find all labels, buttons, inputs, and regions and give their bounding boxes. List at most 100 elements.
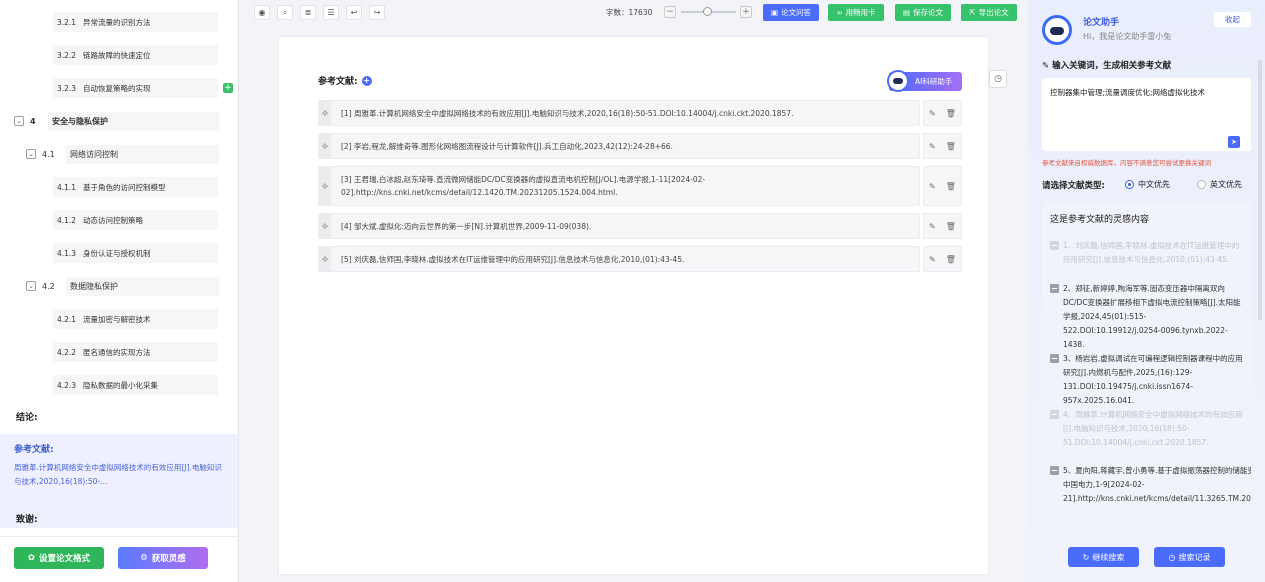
radio-on-icon xyxy=(1125,180,1134,189)
zoom-out-button[interactable]: − xyxy=(664,6,676,18)
toc-text: 身份认证与授权机制 xyxy=(83,248,151,258)
edit-icon[interactable]: ✎ xyxy=(929,182,936,191)
toc-number: 3.2.1 xyxy=(57,17,77,27)
checkbox-icon[interactable] xyxy=(1050,241,1059,250)
edit-icon[interactable]: ✎ xyxy=(929,222,936,231)
reference-row[interactable]: ✥ [4] 邹大斌.虚拟化:迈向云世界的第一步[N].计算机世界,2009-11-… xyxy=(318,213,920,239)
save-paper-button[interactable]: ▤ 保存论文 xyxy=(895,4,951,21)
toc-text: 匿名通信的实现方法 xyxy=(83,347,151,357)
toc-number: 4.1.2 xyxy=(57,215,77,225)
toc-item[interactable]: 3.2.1 异常流量的识别方法 xyxy=(53,12,218,32)
toc-item[interactable]: 4.2.1 流量加密与解密技术 xyxy=(53,309,218,329)
set-format-button[interactable]: ✿ 设置论文格式 xyxy=(14,547,104,569)
radio-off-icon xyxy=(1197,180,1206,189)
reference-row[interactable]: ✥ [1] 周雅革.计算机网络安全中虚拟网络技术的有效应用[J].电脑知识与技术,… xyxy=(318,100,920,126)
trash-icon[interactable]: 🗑︎ xyxy=(946,109,956,118)
toc-item[interactable]: ⌄ 4.1 网络访问控制 xyxy=(26,144,219,164)
toc-number: 4.1.1 xyxy=(57,182,77,192)
reference-actions: ✎ 🗑︎ xyxy=(923,133,962,159)
drag-handle-icon[interactable]: ✥ xyxy=(319,247,331,271)
inspiration-text: 3、杨岩岩.虚拟调试在可编程逻辑控制器课程中的应用研究[J].内燃机与配件,20… xyxy=(1063,354,1243,405)
toc-item[interactable]: 4.2.2 匿名通信的实现方法 xyxy=(53,342,218,362)
trash-icon[interactable]: 🗑︎ xyxy=(946,182,956,191)
trash-icon[interactable]: 🗑︎ xyxy=(946,222,956,231)
toc-number: 4.2.3 xyxy=(57,380,77,390)
panel-scrollbar[interactable] xyxy=(1258,60,1262,320)
chevron-down-icon[interactable]: ⌄ xyxy=(14,116,24,126)
inspiration-item[interactable]: 4、周雅革.计算机网络安全中虚拟网络技术的有效应用[J].电脑知识与技术,202… xyxy=(1050,408,1244,450)
toc-number: 4.2 xyxy=(42,281,55,291)
chevron-down-icon[interactable]: ⌄ xyxy=(26,149,36,159)
search-icon[interactable]: ⌕ xyxy=(277,5,293,20)
inspiration-item[interactable]: 1、刘庆磊,信师国,李晓林.虚拟技术在IT运维管理中的应用研究[J].信息技术与… xyxy=(1050,239,1244,267)
chevron-down-icon[interactable]: ⌄ xyxy=(26,281,36,291)
redo-icon[interactable]: ↪ xyxy=(369,5,385,20)
drag-handle-icon[interactable]: ✥ xyxy=(319,101,331,125)
toc-item[interactable]: 4.1.1 基于角色的访问控制模型 xyxy=(53,177,218,197)
radio-chinese-first[interactable]: 中文优先 xyxy=(1125,179,1170,190)
undo-icon[interactable]: ↩ xyxy=(346,5,362,20)
export-paper-button[interactable]: ⇱ 导出论文 xyxy=(961,4,1017,21)
zoom-in-button[interactable]: + xyxy=(740,6,752,18)
get-inspiration-button[interactable]: ⚙ 获取灵感 xyxy=(118,547,208,569)
toc-text: 安全与隐私保护 xyxy=(48,111,219,131)
indent-icon[interactable]: ☰ xyxy=(323,5,339,20)
checkbox-icon[interactable] xyxy=(1050,354,1059,363)
toc-text: 网络访问控制 xyxy=(66,144,219,164)
card-button[interactable]: ∞ 用畅用卡 xyxy=(828,4,884,21)
reference-row[interactable]: ✥ [2] 李岩,程龙,解维奇等.图形化网络图流程设计与计算软件[J].兵工自动化… xyxy=(318,133,920,159)
toc-text: 自动恢复策略的实现 xyxy=(83,83,151,93)
toc-number: 3.2.3 xyxy=(57,83,77,93)
search-history-button[interactable]: ◷ 搜索记录 xyxy=(1154,547,1225,567)
edit-icon[interactable]: ✎ xyxy=(929,142,936,151)
add-reference-icon[interactable]: + xyxy=(361,75,372,86)
assistant-name: 论文助手 xyxy=(1083,18,1120,28)
reference-text: [5] 刘庆磊,信师国,李晓林.虚拟技术在IT运维管理中的应用研究[J].信息技… xyxy=(341,254,685,264)
robot-icon xyxy=(887,70,909,92)
toc-text: 隐私数据的最小化采集 xyxy=(83,380,158,390)
reference-text: [4] 邹大斌.虚拟化:迈向云世界的第一步[N].计算机世界,2009-11-0… xyxy=(341,221,592,231)
zoom-slider-handle[interactable] xyxy=(703,7,712,16)
edit-icon[interactable]: ✎ xyxy=(929,255,936,264)
reference-row[interactable]: ✥ [3] 王君瑞,白冰超,赵东琦等.直流微网储能DC/DC变换器的虚拟直流电机控… xyxy=(318,166,920,206)
continue-search-button[interactable]: ↻ 继续搜索 xyxy=(1068,547,1139,567)
thanks-heading[interactable]: 致谢: xyxy=(16,512,38,525)
collapse-button[interactable]: 收起 xyxy=(1214,12,1251,27)
gear-icon: ⚙ xyxy=(140,553,148,563)
trash-icon[interactable]: 🗑︎ xyxy=(946,255,956,264)
edit-icon[interactable]: ✎ xyxy=(929,109,936,118)
trash-icon[interactable]: 🗑︎ xyxy=(946,142,956,151)
drag-handle-icon[interactable]: ✥ xyxy=(319,134,331,158)
checkbox-icon[interactable] xyxy=(1050,284,1059,293)
toc-item[interactable]: 4.1.2 动态访问控制策略 xyxy=(53,210,218,230)
drag-handle-icon[interactable]: ✥ xyxy=(319,214,331,238)
conclusion-heading[interactable]: 结论: xyxy=(16,410,38,423)
inspiration-item[interactable]: 5、夏向阳,蒋藏宇,曾小勇等.基于虚拟振荡器控制的储能变流器控制策略研究[J/O… xyxy=(1050,464,1251,506)
paper-qa-button[interactable]: ▣ 论文问答 xyxy=(763,4,819,21)
inspiration-item[interactable]: 2、郑征,新婷婷,陶海军等.固态变压器中隔离双向DC/DC变换器扩展移相下虚拟电… xyxy=(1050,282,1244,352)
toc-item[interactable]: 3.2.3 自动恢复策略的实现 xyxy=(53,78,218,98)
toc-item[interactable]: ⌄ 4.2 数据隐私保护 xyxy=(26,276,219,296)
toc-item[interactable]: 4.1.3 身份认证与授权机制 xyxy=(53,243,218,263)
checkbox-icon[interactable] xyxy=(1050,466,1059,475)
keyword-input[interactable]: 控制器集中管理;流量调度优化;网络虚拟化技术 xyxy=(1042,78,1251,151)
add-section-icon[interactable]: + xyxy=(223,83,233,93)
toc-item[interactable]: ⌄ 4 安全与隐私保护 xyxy=(14,111,219,131)
assistant-panel: 论文助手 Hi，我是论文助手雷小兔 收起 ✎ 输入关键词，生成相关参考文献 控制… xyxy=(1028,0,1265,582)
ai-research-assistant-button[interactable]: AI科研助手 xyxy=(887,70,962,92)
send-icon[interactable]: ➤ xyxy=(1228,136,1240,148)
drag-handle-icon[interactable]: ✥ xyxy=(319,167,331,205)
document-page: 参考文献: + AI科研助手 ✥ [1] 周雅革.计算机网络安全中虚拟网络技术的有… xyxy=(279,37,988,574)
toc-item[interactable]: 4.2.3 隐私数据的最小化采集 xyxy=(53,375,218,395)
inspiration-item[interactable]: 3、杨岩岩.虚拟调试在可编程逻辑控制器课程中的应用研究[J].内燃机与配件,20… xyxy=(1050,352,1244,408)
literature-type-label: 请选择文献类型: xyxy=(1042,181,1105,191)
history-icon[interactable]: ◷ xyxy=(989,70,1007,88)
reference-actions: ✎ 🗑︎ xyxy=(923,100,962,126)
reference-row[interactable]: ✥ [5] 刘庆磊,信师国,李晓林.虚拟技术在IT运维管理中的应用研究[J].信息… xyxy=(318,246,920,272)
checkbox-icon[interactable] xyxy=(1050,410,1059,419)
toc-item[interactable]: 3.2.2 链路故障的快速定位 xyxy=(53,45,218,65)
align-icon[interactable]: ≣ xyxy=(300,5,316,20)
radio-english-first[interactable]: 英文优先 xyxy=(1197,179,1242,190)
eye-icon[interactable]: ◉ xyxy=(254,5,270,20)
reference-actions: ✎ 🗑︎ xyxy=(923,213,962,239)
